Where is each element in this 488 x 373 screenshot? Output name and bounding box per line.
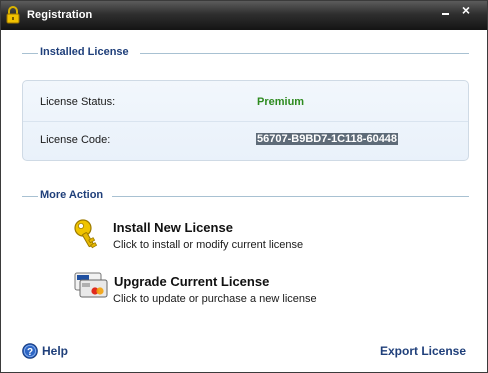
upgrade-current-license-link[interactable]: Upgrade Current License [114, 274, 269, 289]
install-new-license-link[interactable]: Install New License [113, 220, 233, 235]
lock-icon [6, 6, 20, 24]
help-link[interactable]: Help [42, 344, 68, 358]
registration-window: Registration × Installed License License… [0, 0, 488, 373]
window-title: Registration [27, 9, 93, 21]
license-status-label: License Status: [40, 96, 116, 108]
credit-cards-icon[interactable] [74, 272, 108, 298]
install-new-license-description: Click to install or modify current licen… [113, 239, 304, 251]
more-action-heading: More Action [40, 189, 104, 201]
license-status-value: Premium [257, 96, 305, 108]
license-code-label: License Code: [40, 134, 111, 146]
section-rule-left [22, 53, 38, 54]
help-icon[interactable]: ? [22, 343, 38, 359]
export-license-link[interactable]: Export License [380, 344, 466, 358]
section-rule-left [22, 196, 38, 197]
panel-divider [23, 121, 468, 122]
section-rule [112, 196, 469, 197]
close-button[interactable]: × [451, 3, 481, 18]
svg-text:?: ? [27, 347, 33, 358]
title-bar[interactable]: Registration × [1, 1, 487, 30]
installed-license-heading: Installed License [40, 46, 129, 58]
license-code-value[interactable]: 56707-B9BD7-1C118-60448 [256, 133, 399, 145]
section-rule [140, 53, 469, 54]
key-icon[interactable] [73, 219, 101, 249]
upgrade-current-license-description: Click to update or purchase a new licens… [113, 293, 317, 305]
